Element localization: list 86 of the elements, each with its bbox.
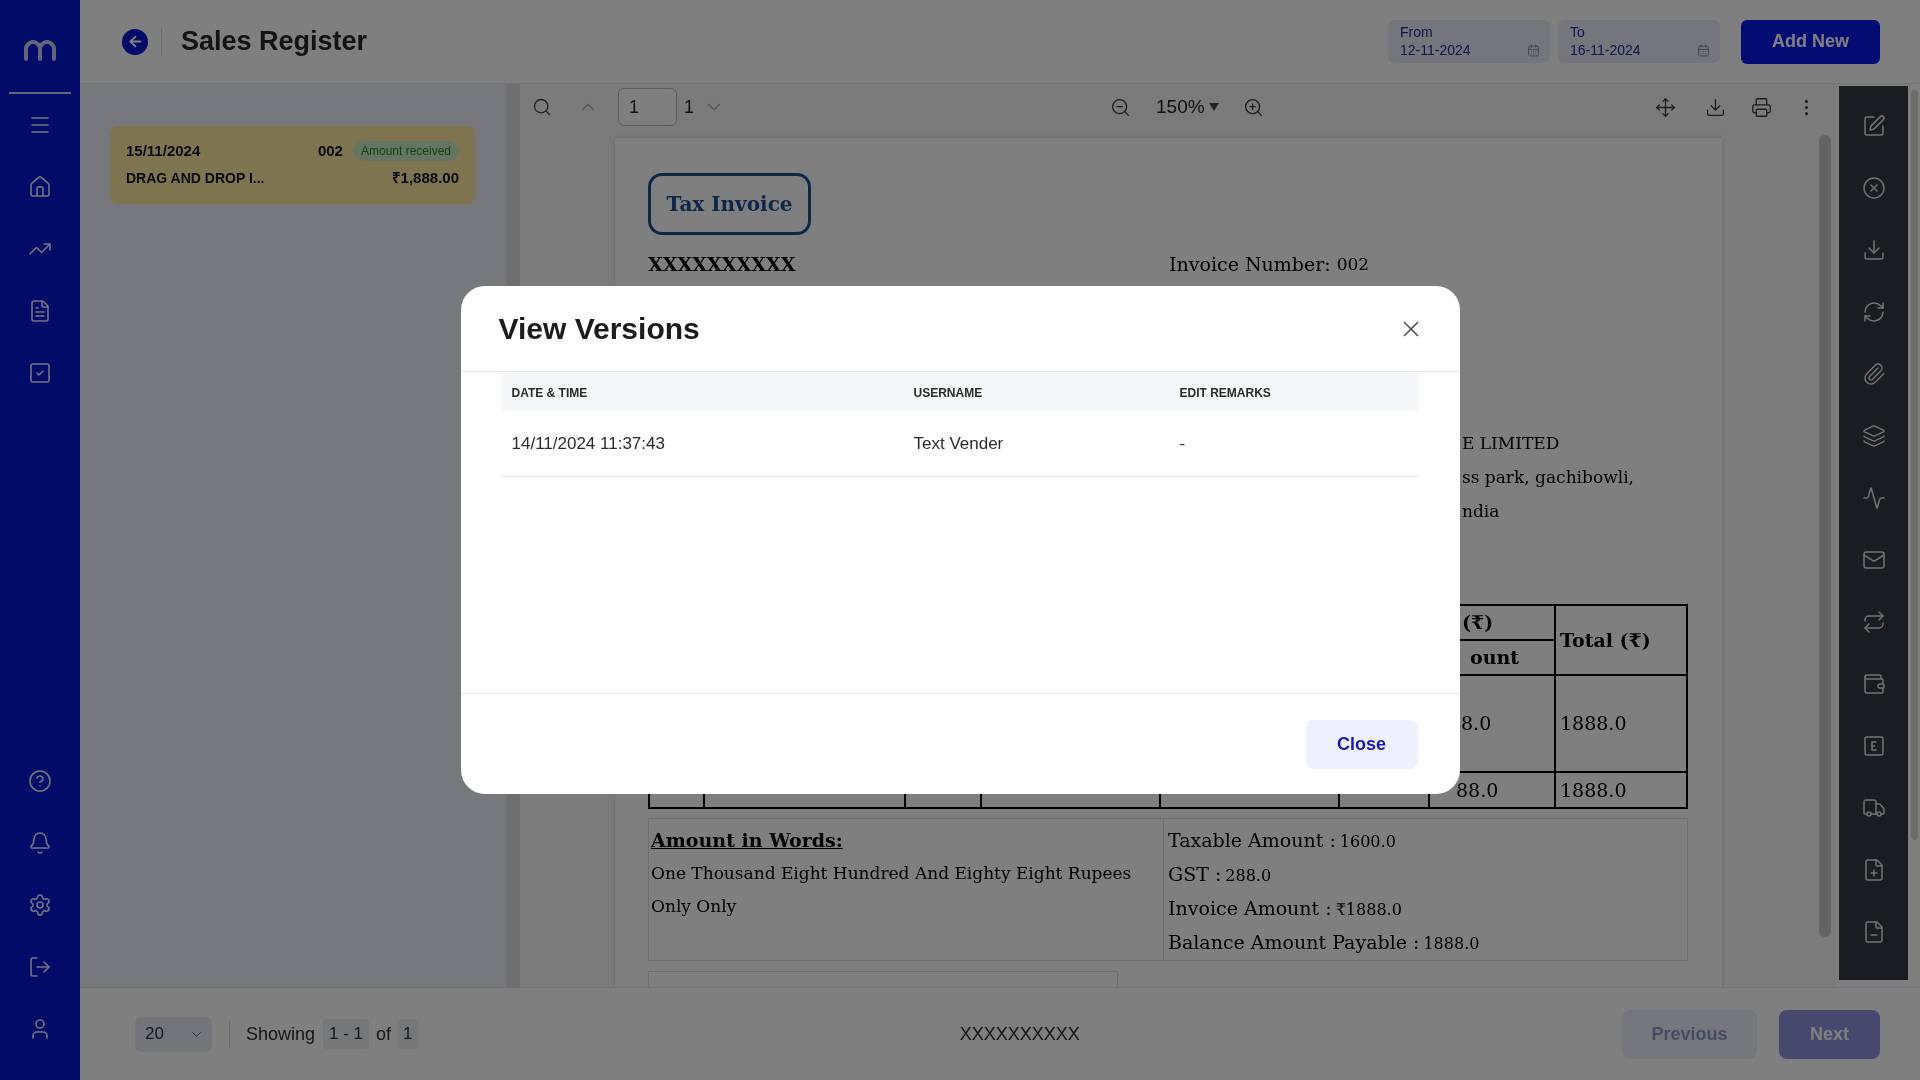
page-title: Sales Register <box>181 25 368 59</box>
repeat-arrows-icon[interactable] <box>1861 610 1886 634</box>
column-header: (₹) <box>1462 610 1494 636</box>
column-header: DATE & TIME <box>511 385 588 400</box>
envelope-icon[interactable] <box>1861 548 1886 572</box>
of-label: of <box>376 1022 392 1046</box>
page-input[interactable]: 1 <box>618 88 677 126</box>
invoice-number: 002 <box>1336 253 1370 276</box>
address-text: ss park, gachibowli, <box>1462 466 1635 489</box>
wallet-icon[interactable] <box>1861 672 1886 696</box>
back-button[interactable] <box>122 28 148 55</box>
paperclip-icon[interactable] <box>1861 362 1886 386</box>
dialog-title: View Versions <box>498 311 700 347</box>
download-icon[interactable] <box>1705 96 1726 118</box>
date-field[interactable]: From 12-11-2024 <box>1388 20 1550 63</box>
invoice-number: 002 <box>317 140 343 161</box>
tax-amount-value: 8.0 <box>1461 711 1492 737</box>
column-header: EDIT REMARKS <box>1179 385 1271 400</box>
customer-name: DRAG AND DROP I... <box>126 168 265 188</box>
invoice-card[interactable]: 15/11/2024 002 Amount received DRAG AND DROP I... ₹1,888.00 <box>110 126 475 204</box>
tax-amount-value: 88.0 <box>1456 777 1499 803</box>
total-value: 1888.0 <box>1423 933 1480 955</box>
logout-icon[interactable] <box>28 955 52 979</box>
total-label: Invoice Amount : <box>1168 896 1332 921</box>
zoom-out-icon[interactable] <box>1110 96 1131 118</box>
circle-x-icon[interactable] <box>1861 176 1886 200</box>
address-text: E LIMITED <box>1462 432 1561 455</box>
invoice-number-label: Invoice Number: <box>1169 252 1331 276</box>
date-value: 16-11-2024 <box>1570 41 1641 59</box>
seller-name: XXXXXXXXXX <box>648 252 797 276</box>
calendar-icon[interactable] <box>1527 44 1540 57</box>
total-label: Taxable Amount : <box>1168 828 1336 853</box>
amount-in-words-title: Amount in Words: <box>651 828 844 853</box>
column-header: Total (₹) <box>1560 627 1651 653</box>
move-arrows-icon[interactable] <box>1655 96 1676 118</box>
help-icon[interactable] <box>28 769 52 793</box>
total-value: 1600.0 <box>1339 831 1396 853</box>
circular-arrows-icon[interactable] <box>1861 300 1886 324</box>
home-icon[interactable] <box>28 175 52 199</box>
column-header: ount <box>1470 645 1520 671</box>
invoice-date: 15/11/2024 <box>126 140 201 161</box>
showing-label: Showing <box>246 1022 316 1046</box>
pencil-icon[interactable] <box>1861 114 1886 138</box>
remarks-text: - <box>1179 433 1186 453</box>
page-range: 1 - 1 <box>323 1019 370 1049</box>
total-label: Balance Amount Payable : <box>1168 930 1420 955</box>
total-amount-value: 1888.0 <box>1560 711 1627 737</box>
caret-down-icon <box>1208 103 1219 111</box>
pulse-line-icon[interactable] <box>1861 486 1886 510</box>
calendar-icon[interactable] <box>1697 44 1710 57</box>
page-count: 1 <box>684 95 694 119</box>
scrollbar-thumb[interactable] <box>1819 135 1831 937</box>
layers-icon[interactable] <box>1861 424 1886 448</box>
date-time-text: 14/11/2024 11:37:43 <box>511 433 665 453</box>
settings-icon[interactable] <box>28 893 52 917</box>
total-value: 288.0 <box>1225 865 1272 887</box>
download-icon[interactable] <box>1861 238 1886 262</box>
total-value: ₹1888.0 <box>1335 899 1402 921</box>
invoice-amount: ₹1,888.00 <box>391 167 459 188</box>
add-new-button[interactable]: Add New <box>1741 19 1880 64</box>
date-label: From <box>1400 23 1434 41</box>
checkbox-icon[interactable] <box>28 361 52 385</box>
title-badge: Tax Invoice <box>648 173 811 235</box>
close-button[interactable]: Close <box>1305 719 1418 769</box>
truck-icon[interactable] <box>1861 796 1886 820</box>
status-badge: Amount received <box>352 141 459 161</box>
zoom-select[interactable]: 150% <box>1156 92 1219 122</box>
address-text: ndia <box>1462 500 1501 523</box>
username-text: Text Vender <box>913 433 1004 453</box>
column-header: USERNAME <box>913 385 983 400</box>
logo-icon[interactable] <box>24 40 56 61</box>
bell-icon[interactable] <box>28 831 52 855</box>
total-count: 1 <box>398 1019 418 1049</box>
document-icon[interactable] <box>28 299 52 323</box>
date-value: 12-11-2024 <box>1400 41 1471 59</box>
amount-in-words-text: One Thousand Eight Hundred And Eighty Eight Rupees Only Only <box>651 862 1133 918</box>
page-size-select[interactable]: 20 <box>135 1016 212 1052</box>
zoom-in-icon[interactable] <box>1242 96 1264 118</box>
search-icon[interactable] <box>532 97 552 117</box>
letter-e-square-icon[interactable] <box>1861 734 1886 758</box>
printer-icon[interactable] <box>1751 96 1772 118</box>
total-amount-value: 1888.0 <box>1560 777 1627 803</box>
date-field[interactable]: To 16-11-2024 <box>1558 20 1720 63</box>
document-name: XXXXXXXXXX <box>959 1022 1080 1046</box>
date-label: To <box>1570 23 1586 41</box>
total-label: GST : <box>1168 862 1222 887</box>
